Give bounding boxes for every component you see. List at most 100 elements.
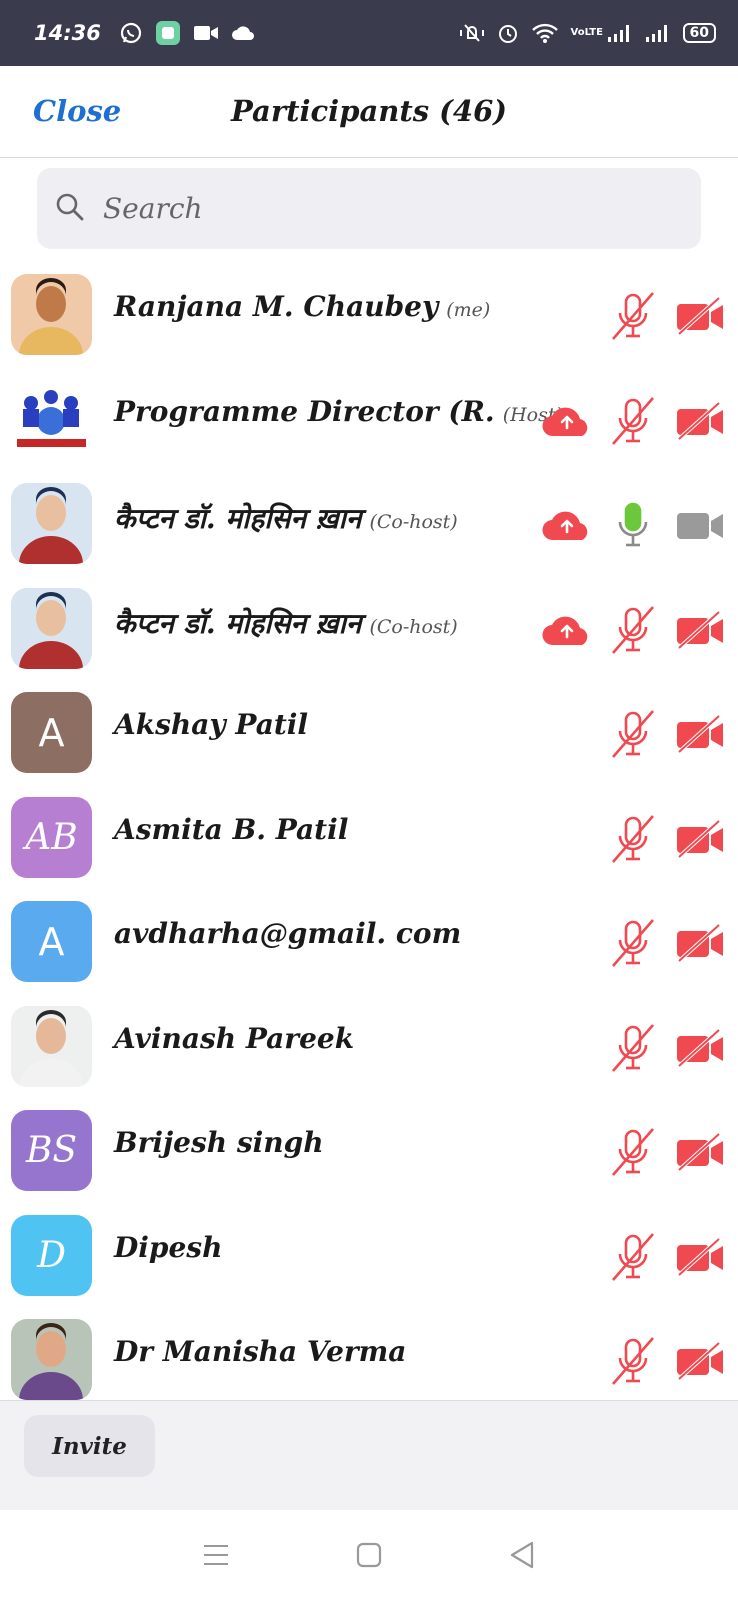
back-icon[interactable] <box>492 1525 552 1585</box>
participant-row[interactable]: BS Brijesh singh <box>0 1100 738 1206</box>
participant-name: Brijesh singh <box>114 1126 324 1159</box>
video-off-icon <box>674 1028 726 1068</box>
participant-name-text: Avinash Pareek <box>114 1021 355 1055</box>
video-off-icon <box>674 1237 726 1277</box>
participant-name: Asmita B. Patil <box>114 813 348 846</box>
cloud-icon <box>231 25 255 41</box>
avatar: D <box>11 1214 92 1296</box>
video-off-icon <box>674 401 726 441</box>
participant-row[interactable]: A Akshay Patil <box>0 682 738 788</box>
video-off-icon <box>674 1341 726 1381</box>
avatar <box>11 1319 92 1400</box>
menu-icon[interactable] <box>186 1525 246 1585</box>
participant-role: (me) <box>446 299 491 321</box>
participant-role: (Co-host) <box>369 511 458 533</box>
invite-button[interactable]: Invite <box>24 1415 155 1477</box>
microphone-muted-icon <box>608 291 658 341</box>
microphone-muted-icon <box>608 814 658 864</box>
search-icon <box>55 192 85 226</box>
video-call-icon <box>193 24 219 42</box>
avatar <box>11 274 92 355</box>
microphone-muted-icon <box>608 1336 658 1386</box>
wifi-icon <box>531 22 559 44</box>
participant-status-icons <box>608 1018 726 1078</box>
participant-name: Ranjana M. Chaubey (me) <box>114 290 490 323</box>
avatar <box>11 378 92 460</box>
home-icon[interactable] <box>339 1525 399 1585</box>
participant-status-icons <box>608 1331 726 1391</box>
participant-row[interactable]: D Dipesh <box>0 1205 738 1311</box>
participant-name: Akshay Patil <box>114 708 308 741</box>
participant-row[interactable]: Avinash Pareek <box>0 996 738 1102</box>
search-bar[interactable] <box>37 168 701 249</box>
participant-name-text: Asmita B. Patil <box>114 812 349 846</box>
participant-name: Dipesh <box>114 1231 222 1264</box>
microphone-muted-icon <box>608 396 658 446</box>
participant-name: avdharha@gmail. com <box>114 917 461 950</box>
participant-status-icons <box>608 286 726 346</box>
status-bar: 14:36 VoLTE 60 <box>0 0 738 66</box>
participant-name: Programme Director (R. (Host) <box>114 395 563 428</box>
participant-status-icons <box>608 809 726 869</box>
video-off-icon <box>674 610 726 650</box>
participant-name-text: Brijesh singh <box>114 1126 324 1159</box>
video-off-icon <box>674 1132 726 1172</box>
cloud-recording-icon <box>540 403 594 439</box>
footer-bar: Invite <box>0 1400 738 1510</box>
participant-name-text: Dr Manisha Verma <box>114 1335 407 1368</box>
microphone-on-icon <box>608 500 658 550</box>
cloud-recording-icon <box>540 612 594 648</box>
microphone-muted-icon <box>608 1232 658 1282</box>
video-off-icon <box>674 923 726 963</box>
participant-name-text: Ranjana M. Chaubey <box>114 290 439 323</box>
microphone-muted-icon <box>608 605 658 655</box>
participant-name-text: avdharha@gmail. com <box>114 917 462 950</box>
participant-role: (Co-host) <box>369 615 458 638</box>
participant-row[interactable]: Ranjana M. Chaubey (me) <box>0 264 738 370</box>
avatar <box>11 1005 92 1087</box>
header: Close Participants (46) <box>0 66 738 158</box>
search-input[interactable] <box>103 192 663 225</box>
participant-status-icons <box>608 704 726 764</box>
microphone-muted-icon <box>608 918 658 968</box>
system-nav-bar <box>0 1510 738 1600</box>
battery-indicator: 60 <box>682 23 716 43</box>
participant-row[interactable]: Aavdharha@gmail. com <box>0 891 738 997</box>
microphone-muted-icon <box>608 709 658 759</box>
avatar: BS <box>11 1110 92 1191</box>
video-camera-icon <box>674 505 726 545</box>
app-notification-icon <box>155 20 181 46</box>
participant-status-icons <box>540 600 726 660</box>
participant-row[interactable]: AB Asmita B. Patil <box>0 787 738 893</box>
alarm-icon <box>497 22 519 44</box>
avatar: A <box>11 901 92 982</box>
participant-row[interactable]: कैप्टन डॉ. मोहसिन ख़ान (Co-host) <box>0 578 738 684</box>
participant-status-icons <box>608 913 726 973</box>
signal-icon <box>607 23 633 43</box>
avatar: A <box>11 692 92 773</box>
whatsapp-icon <box>119 21 143 45</box>
participant-row[interactable]: कैप्टन डॉ. मोहसिन ख़ान (Co-host) <box>0 473 738 579</box>
microphone-muted-icon <box>608 1127 658 1177</box>
participant-name: कैप्टन डॉ. मोहसिन ख़ान (Co-host) <box>114 499 458 537</box>
participant-name-text: Dipesh <box>114 1230 223 1264</box>
participant-name-text: Programme Director (R. <box>114 394 495 428</box>
avatar <box>11 483 92 564</box>
participant-name-text: कैप्टन डॉ. मोहसिन ख़ान <box>114 606 362 640</box>
video-off-icon <box>674 714 726 754</box>
video-off-icon <box>674 819 726 859</box>
cloud-recording-icon <box>540 507 594 543</box>
participant-status-icons <box>608 1122 726 1182</box>
participant-status-icons <box>540 495 726 555</box>
vibrate-icon <box>459 22 485 44</box>
participant-name: Dr Manisha Verma <box>114 1335 406 1368</box>
participant-row[interactable]: Dr Manisha Verma <box>0 1309 738 1400</box>
participant-status-icons <box>608 1227 726 1287</box>
participant-row[interactable]: Programme Director (R. (Host) <box>0 369 738 475</box>
status-time: 14:36 <box>34 21 101 45</box>
participant-name: Avinash Pareek <box>114 1022 354 1055</box>
participant-name-text: Akshay Patil <box>114 708 309 741</box>
participant-status-icons <box>540 391 726 451</box>
signal-icon-2 <box>645 23 671 43</box>
participant-list[interactable]: Ranjana M. Chaubey (me) Programme Director… <box>0 264 738 1400</box>
